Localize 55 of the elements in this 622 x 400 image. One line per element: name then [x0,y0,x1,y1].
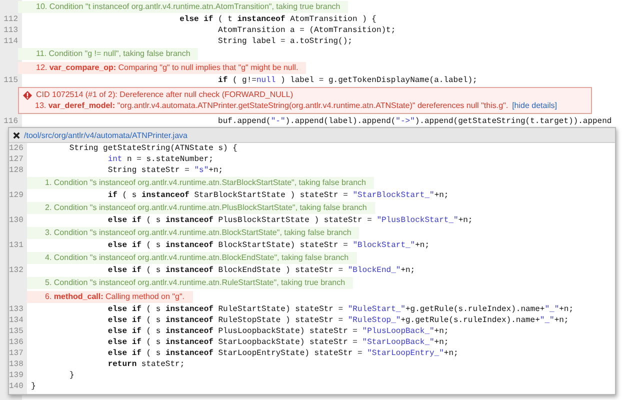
line-number: 116 [2,116,19,127]
close-icon[interactable] [13,132,20,138]
line-number: 128 [9,165,24,176]
code-line: String stateStr = "s"+n; [106,165,224,176]
line-number: 126 [9,143,24,154]
code-line: else if ( s instanceof PlusBlockStartState ) stateStr = "PlusBlockStart_"+n; [106,215,473,226]
line-number: 139 [9,370,24,381]
line-number: 131 [9,240,24,251]
line-number: 114 [2,36,19,47]
condition-event-note: 3. Condition "s instanceof org.antlr.v4.runtime.atn.BlockStartState", taking false branch [27,227,360,239]
code-line: } [68,370,74,381]
error-icon [23,90,32,100]
file-path-link[interactable]: /tool/src/org/antlr/v4/automata/ATNPrinter.java [24,130,188,140]
line-number: 140 [9,381,24,392]
line-number: 115 [2,75,19,86]
line-number: 113 [2,25,19,36]
condition-event-note: 1. Condition "s instanceof org.antlr.v4.runtime.atn.StarBlockStartState", taking false branch [27,177,374,189]
code-line: else if ( t instanceof AtomTransition ) { [178,14,376,25]
condition-event-note: 10. Condition "t instanceof org.antlr.v4.runtime.atn.AtomTransition", taking true branch [18,1,348,13]
line-number: 135 [9,326,24,337]
line-number: 130 [9,215,24,226]
line-number: 138 [9,359,24,370]
line-number: 132 [9,265,24,276]
condition-event-note: 11. Condition "g != null", taking false branch [18,48,198,60]
line-number: 112 [2,14,19,25]
code-line: else if ( s instanceof RuleStartState) stateStr = "RuleStart_"+g.getRule(s.ruleIndex).name+"_"+n; [106,304,574,315]
code-line: return stateStr; [106,359,185,370]
line-number: 127 [9,154,24,165]
code-line: else if ( s instanceof PlusLoopbackState) stateStr = "PlusLoopBack_"+n; [106,326,449,337]
code-line: String getStateString(ATNState s) { [68,143,238,154]
line-number: 129 [9,190,24,201]
code-line: String label = a.toString(); [217,36,352,47]
code-line: else if ( s instanceof StarLoopEntryState) stateStr = "StarLoopEntry_"+n; [106,348,458,359]
line-number: 134 [9,315,24,326]
defect-title: CID 1072514 (#1 of 2): Dereference after null check (FORWARD_NULL) [36,90,293,100]
code-line: } [30,381,36,392]
defect-event-note: 13. var_deref_model: "org.antlr.v4.automata.ATNPrinter.getStateString(org.antlr.v4.runtime.atn.ATNState)" dereferences null "this.g". [34,101,508,111]
line-number: 133 [9,304,24,315]
model-event-note: 12. var_compare_op: Comparing "g" to null implies that "g" might be null. [18,62,306,74]
line-number: 137 [9,348,24,359]
code-line: else if ( s instanceof BlockEndState ) stateStr = "BlockEnd_"+n; [106,265,416,276]
code-line: else if ( s instanceof StarLoopbackState) stateStr = "StarLoopBack_"+n; [106,337,449,348]
condition-event-note: 4. Condition "s instanceof org.antlr.v4.runtime.atn.BlockEndState", taking false branch [27,252,357,264]
code-line: else if ( s instanceof RuleStopState ) stateStr = "RuleStop_"+g.getRule(s.ruleIndex).name+"_"+n; [106,315,569,326]
code-line: AtomTransition a = (AtomTransition)t; [217,25,396,36]
hide-details-link[interactable]: [hide details] [512,101,557,111]
code-line: if ( g!=null ) label = g.getTokenDisplayName(a.label); [217,75,478,86]
line-number: 136 [9,337,24,348]
code-line: if ( s instanceof StarBlockStartState ) stateStr = "StarBlockStart_"+n; [106,190,449,201]
model-event-note: 6. method_call: Calling method on "g". [27,291,193,303]
condition-event-note: 5. Condition "s instanceof org.antlr.v4.runtime.atn.RuleStartState", taking true branch [27,277,354,289]
code-line: int n = s.stateNumber; [106,154,214,165]
code-line: buf.append("-").append(label).append("->").append(getStateString(t.target)).append [217,116,612,127]
condition-event-note: 2. Condition "s instanceof org.antlr.v4.runtime.atn.PlusBlockStartState", taking false branch [27,202,375,214]
code-line: else if ( s instanceof BlockStartState) stateStr = "BlockStart_"+n; [106,240,430,251]
